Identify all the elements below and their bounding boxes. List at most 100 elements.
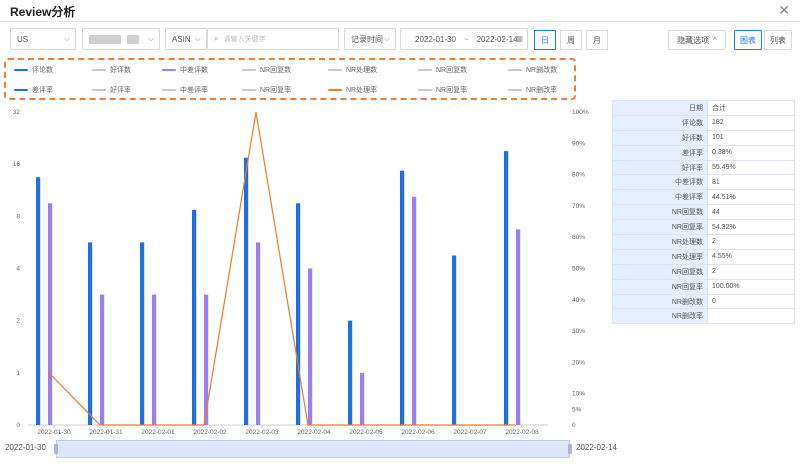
asin-type-select[interactable]: ASIN ⌵ — [165, 28, 207, 50]
legend-item[interactable]: NR处理数 — [328, 64, 377, 76]
legend-label: NR处理数 — [346, 67, 378, 74]
legend-label: NR回复数 — [436, 67, 468, 74]
legend-swatch — [418, 69, 432, 71]
y-right-tick-label: 60% — [572, 234, 585, 241]
search-placeholder: 请输入关键字 — [223, 36, 266, 43]
view-chart-button[interactable]: 图表 — [734, 30, 762, 50]
y-right-tick-label: 100% — [572, 109, 589, 116]
stats-key: 中差评数 — [612, 174, 708, 191]
bar-0-0 — [36, 177, 41, 425]
granularity-day-button[interactable]: 日 — [534, 30, 556, 50]
chart-legend: 评论数 好评数 中差评数 NR回复数 NR处理数 NR回复数 NR删改数差评率 好评率 中差评率… — [4, 58, 576, 100]
y-right-tick-label: 50% — [572, 266, 585, 273]
slider-left-handle[interactable] — [54, 444, 58, 454]
stats-row: NR回复数 2 — [612, 263, 795, 280]
slider-track[interactable] — [54, 440, 572, 458]
y-right-tick-label: 40% — [572, 297, 585, 304]
legend-item[interactable]: 差评率 — [14, 84, 53, 96]
legend-swatch — [508, 89, 522, 91]
marketplace-select[interactable]: US ⌵ — [10, 28, 76, 50]
view-list-button[interactable]: 列表 — [764, 30, 792, 50]
legend-label: 好评率 — [110, 87, 131, 94]
stats-row: 好评率 55.49% — [612, 159, 795, 176]
bar-0-1 — [88, 242, 93, 425]
legend-swatch — [418, 89, 432, 91]
time-type-select[interactable]: 记录时间 ⌵ — [344, 28, 396, 50]
date-range-picker[interactable]: 2022-01-30 ~ 2022-02-14 ▦ — [400, 28, 528, 50]
stats-row: NR删改数 0 — [612, 293, 795, 310]
bar-1-2 — [152, 294, 157, 425]
granularity-week-button[interactable]: 周 — [560, 30, 582, 50]
legend-item[interactable]: NR回复数 — [242, 64, 291, 76]
legend-swatch — [162, 69, 176, 71]
chevron-down-icon: ⌵ — [63, 34, 70, 43]
date-separator: ~ — [463, 34, 469, 44]
chevron-down-icon: ⌵ — [194, 34, 201, 43]
slider-end-label: 2022-02-14 — [576, 443, 617, 452]
stats-row: NR删改率 — [612, 308, 795, 325]
legend-item[interactable]: 评论数 — [14, 64, 53, 76]
hide-options-button[interactable]: 隐藏选项 ^ — [668, 30, 726, 50]
stats-value: 44 — [707, 204, 795, 221]
stats-row: 中差评率 44.51% — [612, 189, 795, 206]
stats-key: NR回复率 — [612, 219, 708, 236]
y-right-tick-label: 5% — [572, 406, 582, 413]
legend-item[interactable]: NR处理率 — [328, 84, 377, 96]
shop-select[interactable]: ⌵ — [82, 28, 160, 50]
legend-label: NR回复数 — [260, 67, 292, 74]
legend-label: NR处理率 — [346, 87, 378, 94]
stats-value: 0 — [707, 293, 795, 310]
time-type-value: 记录时间 — [351, 34, 383, 44]
legend-label: NR回复率 — [260, 87, 292, 94]
bar-1-7 — [412, 196, 417, 425]
legend-swatch — [92, 89, 106, 91]
chevron-down-icon: ⌵ — [383, 34, 390, 43]
date-range-slider: 2022-01-30 2022-02-14 — [0, 440, 620, 458]
y-right-tick-label: 10% — [572, 391, 585, 398]
legend-swatch — [242, 89, 256, 91]
legend-item[interactable]: 好评数 — [92, 64, 131, 76]
summary-stats-table: 日期 合计 评论数 182 好评数 101 差评率 0.38% 好评率 55.49% 中差评数 81 中… — [612, 100, 795, 325]
granularity-month-button[interactable]: 月 — [586, 30, 608, 50]
bar-0-5 — [296, 203, 301, 425]
bar-0-8 — [452, 255, 457, 425]
x-tick-label: 2022-02-03 — [245, 429, 279, 435]
close-icon[interactable]: ✕ — [778, 2, 790, 19]
legend-item[interactable]: NR回复率 — [418, 84, 467, 96]
stats-key: NR删改率 — [612, 308, 708, 325]
legend-item[interactable]: NR删改数 — [508, 64, 557, 76]
x-tick-label: 2022-01-30 — [37, 429, 71, 435]
legend-label: 差评率 — [32, 87, 53, 94]
legend-item[interactable]: NR回复率 — [242, 84, 291, 96]
calendar-icon: ▦ — [515, 34, 523, 43]
legend-swatch — [242, 69, 256, 71]
date-end: 2022-02-14 — [476, 34, 518, 44]
stats-key: 日期 — [612, 100, 708, 116]
y-left-tick-label: 32 — [13, 109, 21, 116]
dialog-header: Review分析 ✕ — [0, 0, 800, 22]
bar-0-9 — [504, 151, 509, 425]
legend-item[interactable]: NR删改率 — [508, 84, 557, 96]
stats-value: 182 — [707, 114, 795, 131]
redacted-shop-name — [89, 34, 121, 44]
bar-1-1 — [100, 294, 105, 425]
legend-item[interactable]: 中差评数 — [162, 64, 208, 76]
stats-value: 4.55% — [707, 248, 795, 265]
legend-swatch — [328, 89, 342, 91]
bar-1-5 — [308, 268, 313, 425]
legend-swatch — [162, 89, 176, 91]
slider-right-handle[interactable] — [568, 444, 572, 454]
bar-1-9 — [516, 229, 521, 425]
y-left-tick-label: 0 — [16, 422, 20, 429]
x-tick-label: 2022-02-02 — [193, 429, 227, 435]
legend-item[interactable]: 好评率 — [92, 84, 131, 96]
bar-1-6 — [360, 372, 365, 425]
hide-options-label: 隐藏选项 — [677, 35, 710, 45]
legend-label: NR删改数 — [526, 67, 558, 74]
keyword-search-input[interactable]: ⌕ 请输入关键字 — [207, 28, 339, 50]
y-left-tick-label: 8 — [16, 213, 20, 220]
legend-item[interactable]: NR回复数 — [418, 64, 467, 76]
legend-item[interactable]: 中差评率 — [162, 84, 208, 96]
stats-value: 101 — [707, 129, 795, 146]
stats-value: 54.32% — [707, 219, 795, 236]
